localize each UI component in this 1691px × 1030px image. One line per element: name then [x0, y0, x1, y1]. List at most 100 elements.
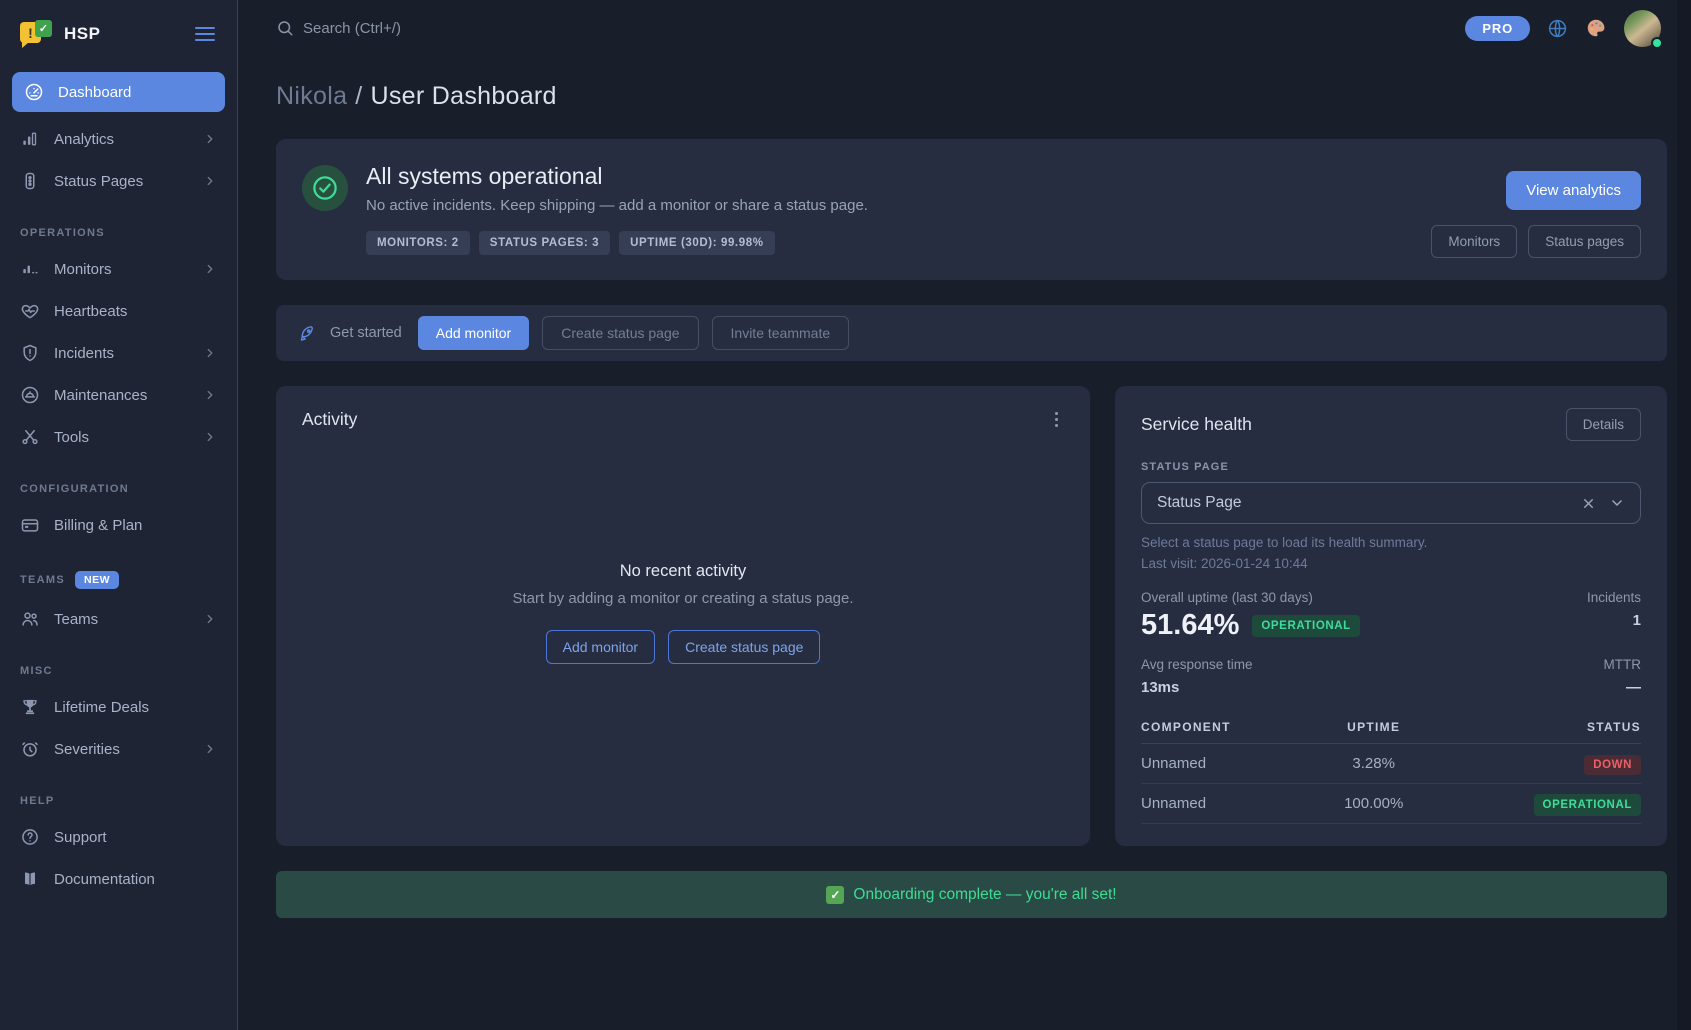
main-area: PRO Nikola / User Dashboard All systems op… — [238, 0, 1691, 1030]
create-status-page-button[interactable]: Create status page — [542, 316, 698, 350]
sidebar-item-dashboard[interactable]: Dashboard — [12, 72, 225, 112]
check-circle-icon — [302, 165, 348, 211]
sidebar-item-label: Severities — [54, 741, 120, 758]
sidebar-section-teams: TEAMS NEW — [0, 546, 237, 598]
breadcrumb-parent[interactable]: Nikola — [276, 82, 347, 110]
sidebar-item-monitors[interactable]: Monitors — [0, 248, 237, 290]
status-pages-count-chip: STATUS PAGES: 3 — [479, 231, 610, 255]
sidebar-item-label: Maintenances — [54, 387, 147, 404]
component-name: Unnamed — [1141, 784, 1316, 824]
details-button[interactable]: Details — [1566, 408, 1641, 441]
hero-title: All systems operational — [366, 163, 868, 190]
incidents-stat: Incidents 1 — [1587, 590, 1641, 629]
sidebar-item-support[interactable]: Support — [0, 816, 237, 858]
avg-response-value: 13ms — [1141, 679, 1253, 696]
empty-state-title: No recent activity — [620, 562, 747, 581]
hero-subtitle: No active incidents. Keep shipping — add… — [366, 197, 868, 214]
sidebar-item-tools[interactable]: Tools — [0, 416, 237, 458]
mttr-label: MTTR — [1604, 657, 1642, 672]
scrollbar[interactable] — [1677, 0, 1691, 1030]
hamburger-menu-icon[interactable] — [193, 23, 217, 45]
sidebar-item-label: Dashboard — [58, 84, 131, 101]
component-uptime: 3.28% — [1316, 744, 1431, 784]
service-health-title: Service health — [1141, 414, 1252, 435]
traffic-light-icon — [20, 171, 40, 191]
new-badge: NEW — [75, 571, 119, 589]
sidebar-item-incidents[interactable]: Incidents — [0, 332, 237, 374]
column-header-status: STATUS — [1431, 712, 1641, 744]
uptime-stat-value: 51.64% — [1141, 609, 1239, 642]
sidebar-item-lifetime-deals[interactable]: Lifetime Deals — [0, 686, 237, 728]
activity-empty-state: No recent activity Start by adding a mon… — [302, 401, 1064, 824]
sidebar-item-label: Support — [54, 829, 107, 846]
sidebar-item-heartbeats[interactable]: Heartbeats — [0, 290, 237, 332]
sidebar-section-configuration: CONFIGURATION — [0, 458, 237, 504]
down-badge: DOWN — [1584, 755, 1641, 775]
book-icon — [20, 869, 40, 889]
search-icon — [276, 19, 294, 37]
component-name: Unnamed — [1141, 744, 1316, 784]
topbar: PRO — [238, 0, 1691, 56]
get-started-label: Get started — [330, 325, 402, 341]
empty-add-monitor-button[interactable]: Add monitor — [546, 630, 655, 664]
invite-teammate-button[interactable]: Invite teammate — [712, 316, 850, 350]
check-icon: ✓ — [826, 886, 844, 904]
mttr-value: — — [1604, 679, 1642, 696]
sidebar-item-teams[interactable]: Teams — [0, 598, 237, 640]
brand-name: HSP — [64, 24, 193, 44]
clear-selection-icon[interactable] — [1581, 496, 1596, 511]
page-title: User Dashboard — [371, 82, 557, 110]
view-analytics-button[interactable]: View analytics — [1506, 171, 1641, 210]
chevron-right-icon — [203, 742, 217, 756]
search — [276, 19, 1465, 37]
chevron-right-icon — [203, 612, 217, 626]
uptime-stat: Overall uptime (last 30 days) 51.64% OPE… — [1141, 590, 1360, 642]
user-avatar[interactable] — [1624, 10, 1661, 47]
bar-chart-icon — [20, 129, 40, 149]
hero-chips: MONITORS: 2 STATUS PAGES: 3 UPTIME (30D)… — [366, 231, 868, 255]
sidebar-item-label: Analytics — [54, 131, 114, 148]
rocket-icon — [298, 324, 317, 343]
status-page-select-value: Status Page — [1157, 494, 1241, 512]
sidebar-section-operations: OPERATIONS — [0, 202, 237, 248]
status-hero-card: All systems operational No active incide… — [276, 139, 1667, 280]
mttr-stat: MTTR — — [1604, 657, 1642, 696]
uptime-stat-label: Overall uptime (last 30 days) — [1141, 590, 1360, 605]
content: Nikola / User Dashboard All systems operat… — [238, 56, 1691, 918]
avg-response-stat: Avg response time 13ms — [1141, 657, 1253, 696]
get-started-bar: Get started Add monitor Create status pa… — [276, 305, 1667, 361]
chevron-right-icon — [203, 262, 217, 276]
sidebar-item-documentation[interactable]: Documentation — [0, 858, 237, 900]
tools-icon — [20, 427, 40, 447]
sidebar-item-label: Documentation — [54, 871, 155, 888]
monitors-count-chip: MONITORS: 2 — [366, 231, 470, 255]
sidebar-item-billing-plan[interactable]: Billing & Plan — [0, 504, 237, 546]
breadcrumb-separator: / — [355, 82, 362, 110]
sidebar-item-severities[interactable]: Severities — [0, 728, 237, 770]
chevron-down-icon[interactable] — [1609, 495, 1625, 511]
plan-badge[interactable]: PRO — [1465, 16, 1530, 41]
status-pages-button[interactable]: Status pages — [1528, 225, 1641, 258]
monitors-button[interactable]: Monitors — [1431, 225, 1517, 258]
chevron-right-icon — [203, 346, 217, 360]
status-page-select-label: STATUS PAGE — [1141, 461, 1641, 473]
credit-card-icon — [20, 515, 40, 535]
sidebar-item-analytics[interactable]: Analytics — [0, 118, 237, 160]
chevron-right-icon — [203, 174, 217, 188]
component-uptime: 100.00% — [1316, 784, 1431, 824]
operational-badge: OPERATIONAL — [1252, 615, 1359, 637]
sidebar-item-label: Incidents — [54, 345, 114, 362]
shield-alert-icon — [20, 343, 40, 363]
empty-create-status-page-button[interactable]: Create status page — [668, 630, 820, 664]
sidebar-item-status-pages[interactable]: Status Pages — [0, 160, 237, 202]
status-page-select[interactable]: Status Page — [1141, 482, 1641, 524]
palette-icon[interactable] — [1585, 17, 1607, 39]
globe-icon[interactable] — [1547, 18, 1568, 39]
add-monitor-button[interactable]: Add monitor — [418, 316, 529, 350]
table-row: Unnamed 100.00% OPERATIONAL — [1141, 784, 1641, 824]
column-header-uptime: UPTIME — [1316, 712, 1431, 744]
sidebar-item-maintenances[interactable]: Maintenances — [0, 374, 237, 416]
search-input[interactable] — [303, 20, 623, 37]
logo-check-icon: ✓ — [35, 20, 52, 37]
heartbeat-icon — [20, 301, 40, 321]
